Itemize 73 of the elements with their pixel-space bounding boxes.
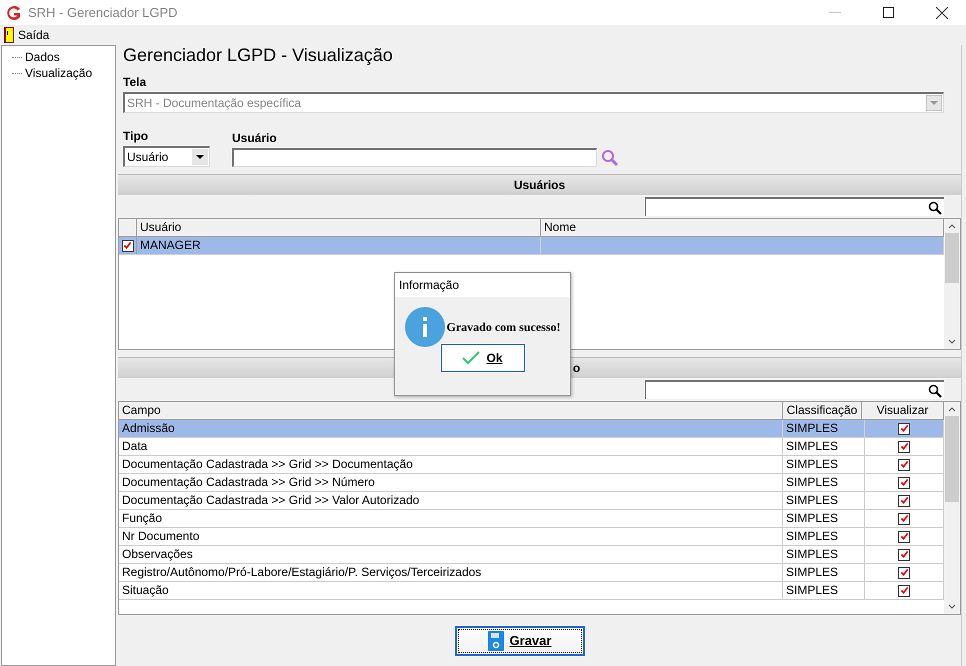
table-cell: Documentação Cadastrada >> Grid >> Documentação [119, 456, 783, 473]
checkbox[interactable] [898, 530, 910, 542]
table-cell: Função [119, 510, 783, 527]
logo-icon [6, 4, 22, 20]
column-header: Campo [119, 402, 783, 419]
table-row[interactable]: Situação SIMPLES [119, 582, 944, 600]
scrollbar[interactable] [944, 219, 960, 349]
checkbox[interactable] [898, 422, 910, 434]
filter-field[interactable] [645, 380, 944, 399]
table-row[interactable]: Função SIMPLES [119, 510, 944, 528]
checkbox[interactable] [898, 512, 910, 524]
maximize-icon[interactable] [883, 7, 894, 18]
filter-field[interactable] [645, 197, 944, 216]
table-row[interactable]: Observações SIMPLES [119, 546, 944, 564]
table-row[interactable]: Admissão SIMPLES [119, 420, 944, 438]
section-header: Usuários [118, 174, 961, 195]
table-cell: SIMPLES [783, 546, 865, 563]
table-row[interactable]: Nr Documento SIMPLES [119, 528, 944, 546]
door-icon [4, 27, 14, 43]
table-row[interactable]: Documentação Cadastrada >> Grid >> Número SIMPLES [119, 474, 944, 492]
column-header: Usuário [137, 219, 541, 236]
search-icon[interactable] [928, 200, 942, 214]
checkbox[interactable] [898, 440, 910, 452]
close-icon[interactable] [936, 6, 948, 18]
table-cell: SIMPLES [783, 564, 865, 581]
window-title: SRH - Gerenciador LGPD [28, 5, 178, 20]
exit-menu-item[interactable]: Saída [4, 27, 50, 43]
column-header: Classificação [783, 402, 862, 419]
page-heading: Gerenciador LGPD - Visualização [123, 45, 394, 65]
checkbox[interactable] [898, 494, 910, 506]
field-label: Tipo [123, 129, 150, 143]
table-cell: SIMPLES [783, 420, 865, 437]
table-cell: Admissão [119, 420, 783, 437]
checkmark-icon [462, 351, 480, 365]
table-cell: SIMPLES [783, 528, 865, 545]
search-icon[interactable] [928, 384, 942, 398]
table-cell: SIMPLES [783, 492, 865, 509]
dialog-message: Gravado com sucesso! [446, 320, 560, 334]
scrollbar[interactable] [944, 402, 960, 614]
table-cell: Documentação Cadastrada >> Grid >> Valor Autorizado [119, 492, 783, 509]
checkbox[interactable] [898, 476, 910, 488]
field-label: Usuário [232, 131, 278, 145]
user-input[interactable] [232, 148, 597, 167]
table-row[interactable]: Documentação Cadastrada >> Grid >> Valor Autorizado SIMPLES [119, 492, 944, 510]
checkbox[interactable] [898, 548, 910, 560]
table-cell: Nr Documento [119, 528, 783, 545]
checkbox[interactable] [898, 458, 910, 470]
table-cell: SIMPLES [783, 474, 865, 491]
table-cell: Registro/Autônomo/Pró-Labore/Estagiário/P. Serviços/Terceirizados [119, 564, 783, 581]
field-label: Tela [123, 75, 148, 89]
dialog-title: Informação [395, 273, 570, 297]
table-cell: SIMPLES [783, 438, 865, 455]
table-cell: Documentação Cadastrada >> Grid >> Número [119, 474, 783, 491]
table-cell: SIMPLES [783, 582, 865, 599]
checkbox[interactable] [898, 566, 910, 578]
table-cell: SIMPLES [783, 456, 865, 473]
table-row[interactable]: Registro/Autônomo/Pró-Labore/Estagiário/P. Serviços/Terceirizados SIMPLES [119, 564, 944, 582]
tree-item[interactable]: Visualização [25, 66, 92, 80]
checkbox[interactable] [122, 240, 134, 252]
info-icon [404, 307, 444, 347]
save-button[interactable]: Gravar [454, 626, 584, 656]
table-cell: Observações [119, 546, 783, 563]
checkbox[interactable] [898, 584, 910, 596]
table-cell: Data [119, 438, 783, 455]
ok-button[interactable]: Ok [440, 344, 524, 372]
table-cell: SIMPLES [783, 510, 865, 527]
table-row[interactable]: Data SIMPLES [119, 438, 944, 456]
tree-item[interactable]: Dados [25, 50, 60, 64]
type-dropdown[interactable]: Usuário [123, 146, 210, 167]
table-row[interactable]: Documentação Cadastrada >> Grid >> Documentação SIMPLES [119, 456, 944, 474]
table-cell: MANAGER [137, 237, 541, 254]
table-cell: Situação [119, 582, 783, 599]
table-row[interactable]: MANAGER [119, 237, 944, 255]
